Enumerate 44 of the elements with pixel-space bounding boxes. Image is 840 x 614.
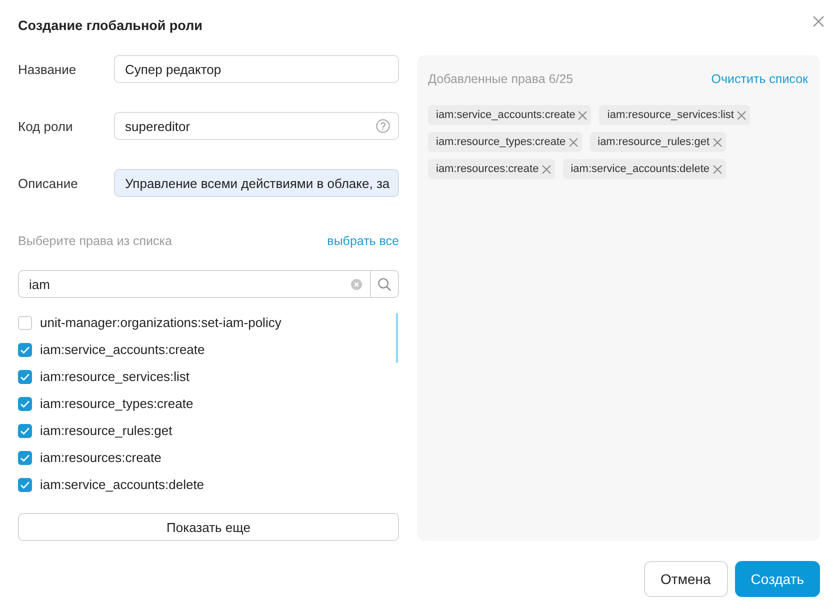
checkbox[interactable] bbox=[18, 316, 32, 330]
remove-icon[interactable] bbox=[568, 138, 578, 146]
list-hint: Выберите права из списка bbox=[18, 234, 172, 248]
clear-icon[interactable] bbox=[351, 278, 362, 290]
checkbox[interactable] bbox=[18, 396, 32, 410]
checkbox[interactable] bbox=[18, 342, 32, 356]
field-label: Код роли bbox=[18, 118, 74, 134]
tag-label: iam:service_accounts:delete bbox=[570, 163, 710, 175]
help-icon bbox=[376, 119, 390, 133]
search-button[interactable] bbox=[370, 270, 399, 298]
panel-title: Добавленные права 6/25 bbox=[428, 72, 574, 86]
permission-label[interactable]: iam:resource_types:create bbox=[40, 396, 194, 411]
remove-icon[interactable] bbox=[712, 138, 722, 146]
tag-label: iam:service_accounts:create bbox=[436, 109, 576, 121]
field-label: Название bbox=[18, 62, 78, 76]
show-more-button[interactable]: Показать еще bbox=[18, 513, 399, 541]
permission-label[interactable]: iam:resources:create bbox=[40, 450, 162, 465]
checkbox[interactable] bbox=[18, 450, 32, 464]
tag-label: iam:resource_rules:get bbox=[598, 136, 710, 148]
tag-label: iam:resource_services:list bbox=[607, 109, 734, 121]
tag-label: iam:resource_types:create bbox=[436, 136, 566, 148]
remove-icon[interactable] bbox=[712, 164, 722, 174]
checkbox[interactable] bbox=[18, 424, 32, 438]
search-icon bbox=[378, 278, 391, 290]
remove-icon[interactable] bbox=[542, 164, 551, 174]
text-field[interactable]: supereditor bbox=[114, 112, 399, 140]
remove-icon[interactable] bbox=[736, 110, 746, 120]
permission-label[interactable]: iam:resource_services:list bbox=[40, 369, 190, 384]
permission-label[interactable]: iam:resource_rules:get bbox=[40, 423, 172, 438]
text-field[interactable]: Управление всеми действиями в облаке, за bbox=[114, 169, 399, 197]
search-field[interactable]: iam bbox=[18, 270, 370, 298]
permission-label[interactable]: unit-manager:organizations:set-iam-policy bbox=[40, 315, 282, 330]
checkbox[interactable] bbox=[18, 370, 32, 384]
dialog-title: Создание глобальной роли bbox=[18, 18, 202, 34]
field-label: Описание bbox=[18, 176, 79, 190]
tag-label: iam:resources:create bbox=[436, 163, 539, 175]
scrollbar-thumb[interactable] bbox=[396, 313, 398, 363]
remove-icon[interactable] bbox=[578, 110, 588, 120]
cancel-button[interactable]: Отмена bbox=[644, 561, 728, 597]
checkbox[interactable] bbox=[18, 478, 32, 492]
text-field[interactable]: Супер редактор bbox=[114, 55, 399, 83]
close-icon[interactable] bbox=[813, 16, 824, 27]
permission-label[interactable]: iam:service_accounts:delete bbox=[40, 477, 204, 492]
permission-label[interactable]: iam:service_accounts:create bbox=[40, 342, 205, 357]
